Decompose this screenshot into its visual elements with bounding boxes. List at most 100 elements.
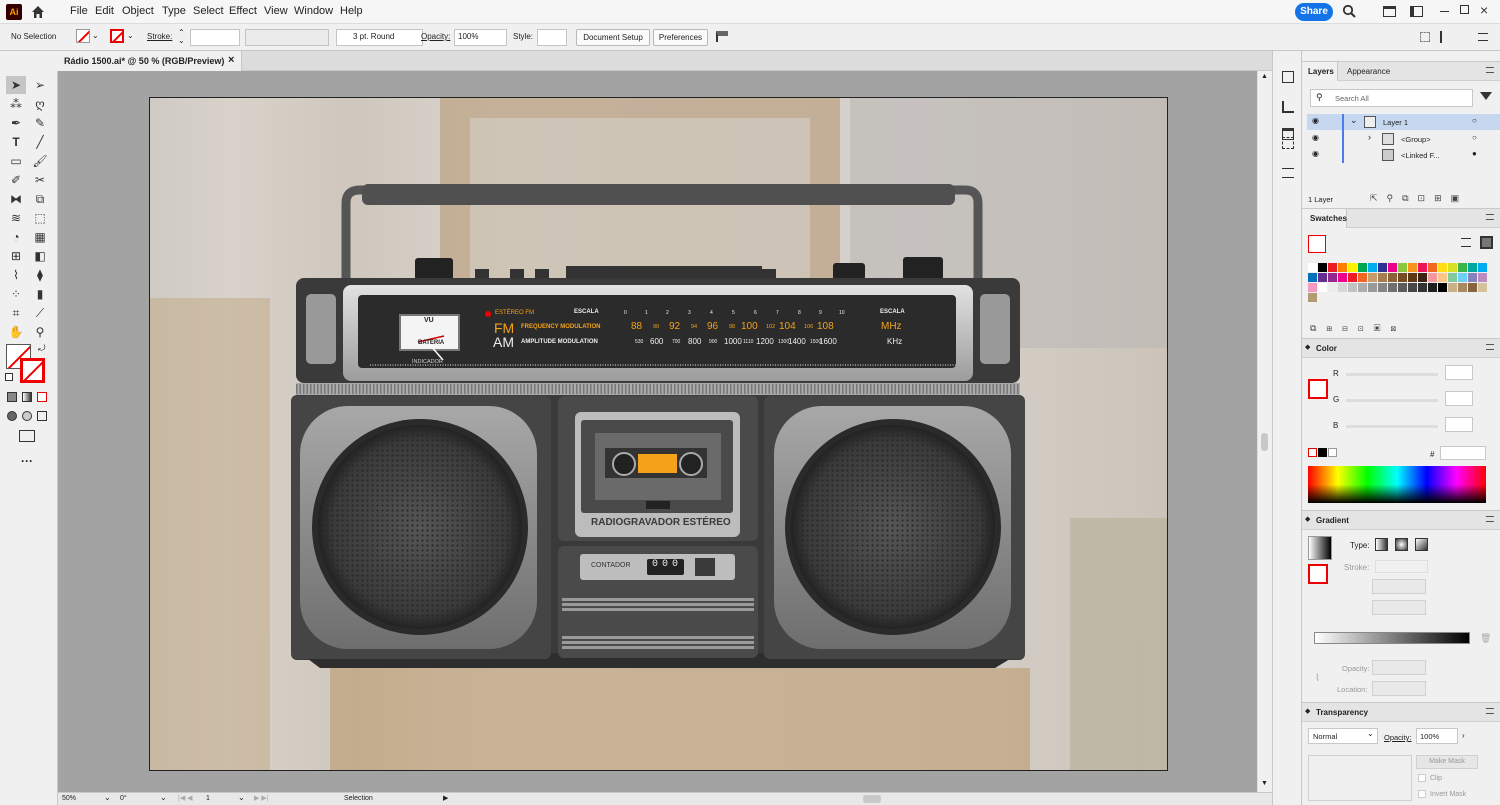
- gradient-angle-dropdown[interactable]: [1372, 579, 1426, 594]
- zoom-dropdown-icon[interactable]: ⌄: [104, 793, 111, 802]
- scroll-down-icon[interactable]: ▼: [1261, 780, 1268, 787]
- direct-selection-tool-icon[interactable]: ➢: [30, 76, 50, 94]
- pen-tool-icon[interactable]: ✒: [6, 114, 26, 132]
- linear-gradient-icon[interactable]: [1375, 538, 1388, 551]
- swatch[interactable]: [1398, 273, 1407, 282]
- artboard-tool-icon[interactable]: ⌗: [6, 304, 26, 322]
- swatch[interactable]: [1358, 273, 1367, 282]
- swatch[interactable]: [1308, 273, 1317, 282]
- artboard-number[interactable]: 1: [206, 795, 210, 802]
- vertical-scrollbar[interactable]: ▲ ▼: [1257, 71, 1272, 792]
- blend-mode-dropdown[interactable]: Normal ⌄: [1308, 728, 1378, 744]
- collapse-arrows-icon[interactable]: ◆: [1305, 343, 1310, 351]
- swatch[interactable]: [1388, 263, 1397, 272]
- swatch[interactable]: [1398, 283, 1407, 292]
- swatch[interactable]: [1438, 273, 1447, 282]
- swatches-tab[interactable]: Swatches: [1302, 209, 1347, 228]
- swatch[interactable]: [1478, 263, 1487, 272]
- type-tool-icon[interactable]: T: [6, 133, 26, 151]
- swap-fill-stroke-icon[interactable]: ⤾: [38, 343, 46, 354]
- first-artboard-icon[interactable]: |◀ ◀: [178, 794, 193, 802]
- artboard[interactable]: VU BATERIA INDICADOR ESTÉREO FM ESCALA E…: [149, 97, 1168, 771]
- arrange-icon[interactable]: [1420, 32, 1430, 42]
- swatch[interactable]: [1328, 263, 1337, 272]
- shape-builder-tool-icon[interactable]: ◔: [6, 228, 26, 246]
- appearance-tab[interactable]: Appearance: [1347, 67, 1390, 76]
- swatch[interactable]: [1438, 263, 1447, 272]
- layer-row[interactable]: ◉ › <Group> ○: [1307, 131, 1500, 147]
- stroke-dropdown-icon[interactable]: ⌄: [127, 31, 134, 40]
- canvas-area[interactable]: VU BATERIA INDICADOR ESTÉREO FM ESCALA E…: [58, 71, 1257, 792]
- swatch[interactable]: [1458, 283, 1467, 292]
- none-color-icon[interactable]: [1308, 448, 1317, 457]
- draw-inside-icon[interactable]: [37, 411, 47, 421]
- stroke-gradient-options[interactable]: [1375, 560, 1428, 573]
- grid-view-icon[interactable]: [1480, 236, 1493, 249]
- share-button[interactable]: Share: [1295, 3, 1333, 21]
- black-color-icon[interactable]: [1318, 448, 1327, 457]
- swatch[interactable]: [1308, 293, 1317, 302]
- more-tools-icon[interactable]: ···: [21, 454, 33, 468]
- eye-icon[interactable]: ◉: [1312, 133, 1319, 142]
- scissors-tool-icon[interactable]: ✂: [30, 171, 50, 189]
- restore-icon[interactable]: [1460, 5, 1469, 14]
- target-icon[interactable]: ○: [1472, 133, 1477, 142]
- gradient-panel-menu-icon[interactable]: [1486, 516, 1494, 522]
- gradient-preview[interactable]: [1308, 536, 1332, 560]
- radial-gradient-icon[interactable]: [1395, 538, 1408, 551]
- lasso-tool-icon[interactable]: ღ: [30, 95, 50, 113]
- swatch[interactable]: [1328, 273, 1337, 282]
- transform-panel-icon[interactable]: [1282, 137, 1294, 149]
- rectangle-tool-icon[interactable]: ▭: [6, 152, 26, 170]
- swatch[interactable]: [1428, 283, 1437, 292]
- draw-normal-icon[interactable]: [7, 411, 17, 421]
- document-setup-button[interactable]: Document Setup: [576, 29, 650, 46]
- swatch[interactable]: [1308, 263, 1317, 272]
- swatch[interactable]: [1448, 283, 1457, 292]
- swatch[interactable]: [1358, 283, 1367, 292]
- reflect-tool-icon[interactable]: ⧓: [6, 190, 26, 208]
- curvature-tool-icon[interactable]: ✎: [30, 114, 50, 132]
- menu-view[interactable]: View: [264, 5, 288, 17]
- swatch[interactable]: [1368, 283, 1377, 292]
- transparency-panel-menu-icon[interactable]: [1486, 708, 1494, 714]
- b-input[interactable]: [1445, 417, 1473, 432]
- layer-row[interactable]: ◉ ⌄ Layer 1 ○: [1307, 114, 1500, 130]
- zoom-level[interactable]: 50%: [62, 795, 76, 802]
- b-slider[interactable]: [1346, 425, 1438, 428]
- preferences-button[interactable]: Preferences: [653, 29, 708, 46]
- color-spectrum[interactable]: [1308, 466, 1486, 503]
- status-menu-icon[interactable]: ▶: [443, 794, 448, 802]
- swatch[interactable]: [1358, 263, 1367, 272]
- eyedropper-icon[interactable]: ⌇: [1315, 673, 1320, 684]
- swatch-fill-stroke-icon[interactable]: [1308, 235, 1326, 253]
- hex-input[interactable]: [1440, 446, 1486, 460]
- swatch[interactable]: [1388, 273, 1397, 282]
- r-slider[interactable]: [1346, 373, 1438, 376]
- warp-tool-icon[interactable]: ≋: [6, 209, 26, 227]
- free-transform-tool-icon[interactable]: ⬚: [30, 209, 50, 227]
- layers-search-input[interactable]: ⚲ Search All: [1310, 89, 1473, 107]
- artboard-dropdown-icon[interactable]: ⌄: [238, 793, 245, 802]
- color-panel-menu-icon[interactable]: [1486, 344, 1494, 350]
- screen-mode-icon[interactable]: [19, 430, 35, 442]
- freeform-gradient-icon[interactable]: [1415, 538, 1428, 551]
- gradient-opacity-dropdown[interactable]: [1372, 660, 1426, 675]
- gradient-tool-icon[interactable]: ◧: [30, 247, 50, 265]
- stroke-panel-icon[interactable]: [1282, 168, 1294, 178]
- swatch[interactable]: [1408, 273, 1417, 282]
- arrange-documents-icon[interactable]: [1383, 6, 1396, 17]
- swatch[interactable]: [1438, 283, 1447, 292]
- symbol-sprayer-tool-icon[interactable]: ⁘: [6, 285, 26, 303]
- delete-stop-icon[interactable]: 🗑: [1480, 633, 1491, 644]
- none-mode-icon[interactable]: [37, 392, 47, 402]
- gradient-tab[interactable]: Gradient: [1316, 516, 1349, 525]
- gradient-stroke-box[interactable]: [1308, 564, 1328, 584]
- properties-panel-icon[interactable]: [1282, 71, 1294, 83]
- swatch[interactable]: [1428, 273, 1437, 282]
- swatch[interactable]: [1408, 263, 1417, 272]
- transparency-tab[interactable]: Transparency: [1316, 708, 1368, 717]
- swatches-footer-icons[interactable]: ⧉⊞⊟⊡▣⊠: [1310, 323, 1406, 334]
- swatch[interactable]: [1368, 263, 1377, 272]
- swatch[interactable]: [1318, 263, 1327, 272]
